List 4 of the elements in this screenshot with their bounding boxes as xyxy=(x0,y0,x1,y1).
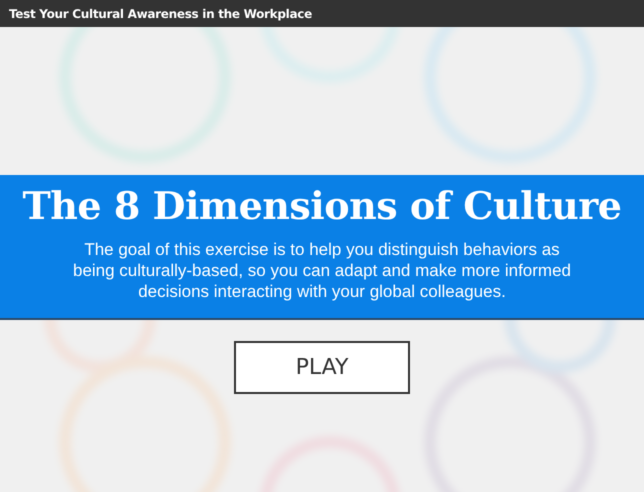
heading: The 8 Dimensions of Culture xyxy=(22,183,622,229)
description: The goal of this exercise is to help you distinguish behaviors as being culturally-based, so you can adapt and make more informed decisions interacting with your global colleagues. xyxy=(72,239,572,302)
play-button[interactable]: PLAY xyxy=(234,341,410,394)
window-title: Test Your Cultural Awareness in the Workplace xyxy=(9,6,312,20)
